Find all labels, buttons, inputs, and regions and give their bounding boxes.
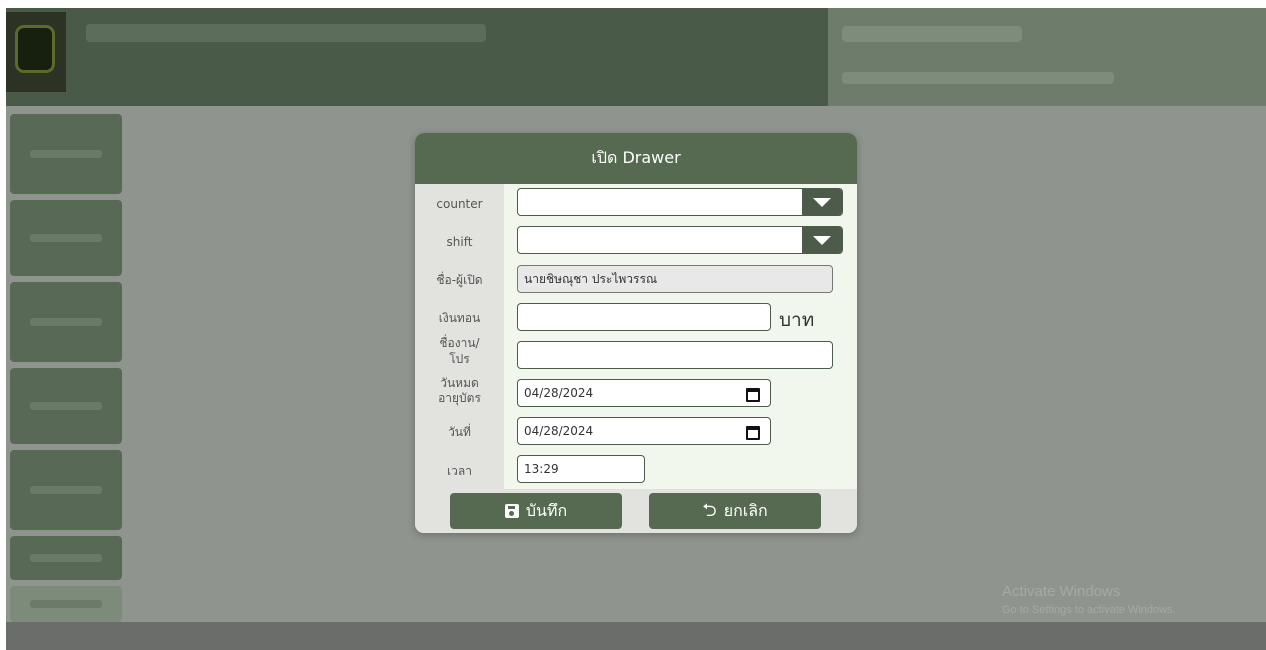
card-expiry-label-line1: วันหมด <box>440 376 479 390</box>
currency-unit: บาท <box>779 309 815 331</box>
cancel-button-label: ยกเลิก <box>723 500 768 520</box>
sidebar-item[interactable] <box>10 536 122 580</box>
sidebar-item-obscured <box>30 234 102 242</box>
sidebar-item-obscured <box>30 486 102 494</box>
caret-down-icon <box>813 197 831 207</box>
floppy-disk-icon <box>504 504 519 518</box>
undo-arrow-icon: ⮌ <box>702 500 717 521</box>
shift-select[interactable] <box>517 226 843 254</box>
change-money-input[interactable] <box>517 303 771 331</box>
shift-label: shift <box>446 235 473 249</box>
sidebar-item[interactable] <box>10 368 122 444</box>
counter-dropdown-button[interactable] <box>802 189 842 215</box>
sidebar-item-obscured <box>30 318 102 326</box>
time-value: 13:29 <box>524 462 559 476</box>
sidebar-item[interactable] <box>10 586 122 622</box>
activate-windows-subtitle: Go to Settings to activate Windows. <box>1002 604 1176 616</box>
sidebar-item-obscured <box>30 554 102 562</box>
time-label: เวลา <box>447 464 472 478</box>
time-input[interactable]: 13:29 <box>517 455 645 483</box>
change-money-label: เงินทอน <box>438 311 481 325</box>
card-expiry-date-input[interactable]: 04/28/2024 <box>517 379 771 407</box>
card-expiry-value: 04/28/2024 <box>524 386 594 400</box>
opener-name-label: ชื่อ-ผู้เปิด <box>436 273 483 287</box>
dialog-title: เปิด Drawer <box>415 133 857 184</box>
opener-name-value: นายชิษณุชา ประไพวรรณ <box>524 271 658 286</box>
user-detail-obscured <box>842 72 1114 84</box>
calendar-icon[interactable] <box>746 388 760 402</box>
sidebar-item[interactable] <box>10 200 122 276</box>
bottom-bar <box>6 622 1266 650</box>
date-label: วันที่ <box>448 425 471 439</box>
caret-down-icon <box>813 235 831 245</box>
header-title-obscured <box>86 24 486 42</box>
date-input[interactable]: 04/28/2024 <box>517 417 771 445</box>
calendar-icon[interactable] <box>746 426 760 440</box>
user-info-panel <box>828 8 1266 106</box>
sidebar-item[interactable] <box>10 114 122 194</box>
save-button[interactable]: บันทึก <box>450 493 622 529</box>
event-name-label-line1: ชื่องาน/ <box>439 336 480 350</box>
app-header <box>6 8 1266 106</box>
sidebar-item-obscured <box>30 150 102 158</box>
sidebar <box>6 110 132 630</box>
open-drawer-dialog: เปิด Drawer counter shift ชื่อ-ผู้เปิด น… <box>415 133 857 533</box>
cancel-button[interactable]: ⮌ ยกเลิก <box>649 493 821 529</box>
logo <box>6 12 66 92</box>
card-expiry-label-line2: อายุบัตร <box>438 391 481 405</box>
user-name-obscured <box>842 26 1022 42</box>
sidebar-item-obscured <box>30 402 102 410</box>
activate-windows-title: Activate Windows <box>1002 583 1121 600</box>
save-button-label: บันทึก <box>525 500 568 520</box>
event-name-input[interactable] <box>517 341 833 369</box>
counter-label: counter <box>436 197 483 211</box>
sidebar-item[interactable] <box>10 450 122 530</box>
date-value: 04/28/2024 <box>524 424 594 438</box>
shift-dropdown-button[interactable] <box>802 227 842 253</box>
counter-select[interactable] <box>517 188 843 216</box>
event-name-label-line2: โปร <box>449 352 470 366</box>
sidebar-item-obscured <box>30 600 102 608</box>
opener-name-field: นายชิษณุชา ประไพวรรณ <box>517 265 833 293</box>
sidebar-item[interactable] <box>10 282 122 362</box>
